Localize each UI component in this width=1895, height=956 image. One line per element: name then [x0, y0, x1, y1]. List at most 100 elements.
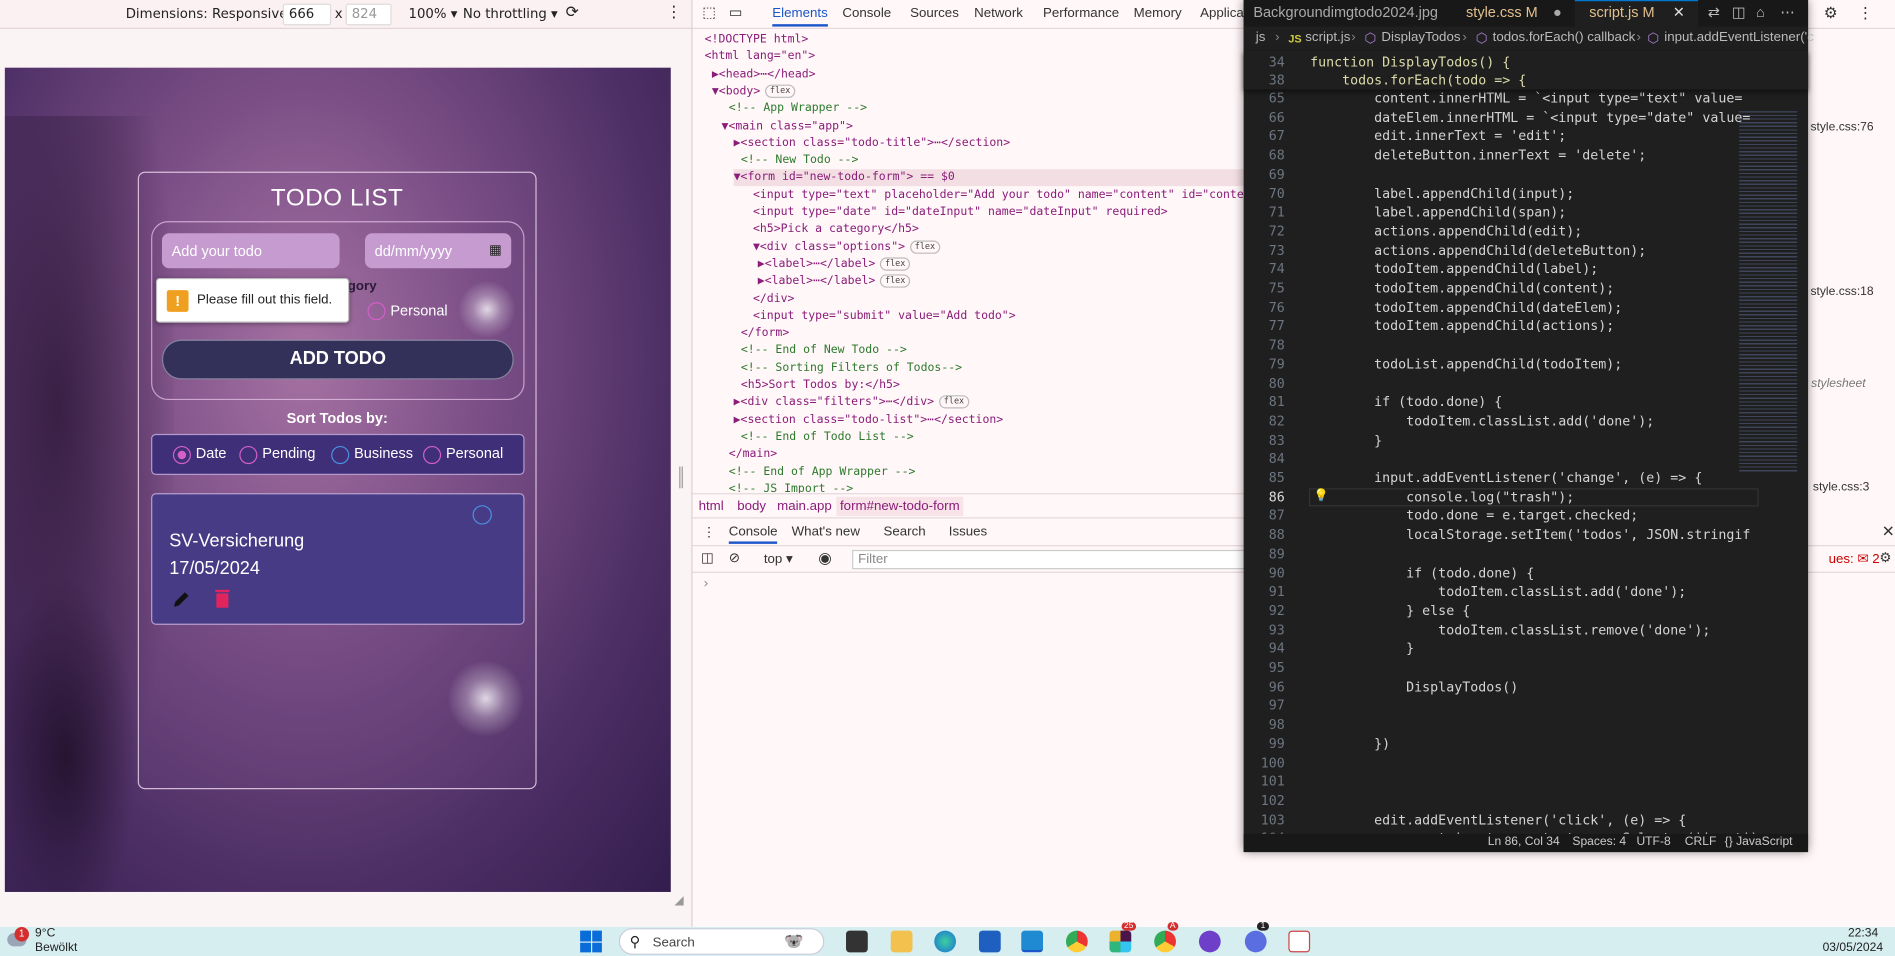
- tab-sources[interactable]: Sources: [910, 6, 959, 21]
- code-line[interactable]: }): [1310, 736, 1390, 752]
- github-desktop-icon[interactable]: [1198, 930, 1221, 953]
- chrome-icon[interactable]: [1065, 930, 1088, 953]
- device-toggle-icon[interactable]: ▭: [729, 4, 743, 21]
- code-line[interactable]: localStorage.setItem('todos', JSON.strin…: [1310, 527, 1750, 543]
- clock-time[interactable]: 22:34: [1848, 927, 1878, 940]
- dom-node-line[interactable]: ▶<div class="filters">⋯</div> flex: [734, 394, 969, 411]
- crumb-html[interactable]: html: [699, 499, 724, 514]
- dom-node-line[interactable]: ▶<label>⋯</label> flex: [758, 256, 911, 273]
- crumb-form[interactable]: form#new-todo-form: [836, 496, 964, 517]
- crumb-folder[interactable]: js: [1256, 30, 1266, 45]
- close-drawer-icon[interactable]: ✕: [1882, 522, 1895, 541]
- code-line[interactable]: } else {: [1310, 603, 1470, 619]
- line-ending[interactable]: CRLF: [1685, 835, 1717, 848]
- sticky-code-line[interactable]: function DisplayTodos() {: [1310, 54, 1510, 70]
- code-line[interactable]: todo.done = e.target.checked;: [1310, 508, 1638, 524]
- dom-comment-line[interactable]: <!-- JS Import -->: [729, 481, 853, 493]
- code-line[interactable]: todoItem.appendChild(label);: [1310, 261, 1598, 277]
- add-todo-button[interactable]: ADD TODO: [161, 339, 514, 380]
- crumb-listener[interactable]: input.addEventListener('c: [1664, 30, 1814, 45]
- crumb-file[interactable]: script.js: [1305, 30, 1350, 45]
- console-settings-icon[interactable]: ⚙: [1879, 550, 1891, 566]
- height-input[interactable]: 824: [345, 3, 392, 26]
- code-line[interactable]: DisplayTodos(): [1310, 679, 1518, 695]
- crumb-main[interactable]: main.app: [777, 499, 832, 514]
- code-line[interactable]: actions.appendChild(deleteButton);: [1310, 242, 1646, 258]
- chrome-profile-icon[interactable]: [1154, 930, 1176, 953]
- start-button-icon[interactable]: [580, 930, 602, 953]
- code-editor[interactable]: 65 content.innerHTML = `<input type="tex…: [1244, 51, 1808, 834]
- settings-gear-icon[interactable]: ⚙: [1824, 4, 1838, 23]
- code-line[interactable]: todoItem.appendChild(content);: [1310, 280, 1614, 296]
- filter-personal-radio[interactable]: [423, 445, 442, 465]
- tab-memory[interactable]: Memory: [1134, 6, 1182, 21]
- drawer-tab-search[interactable]: Search: [883, 525, 925, 540]
- calendar-icon[interactable]: ▦: [489, 242, 502, 258]
- crumb-function[interactable]: DisplayTodos: [1381, 30, 1460, 45]
- encoding[interactable]: UTF-8: [1636, 835, 1670, 848]
- code-line[interactable]: actions.appendChild(edit);: [1310, 223, 1582, 239]
- code-line[interactable]: todoItem.classList.remove('done');: [1310, 622, 1710, 638]
- tab-network[interactable]: Network: [974, 6, 1023, 21]
- clear-console-icon[interactable]: ⊘: [729, 550, 740, 566]
- dom-node-line[interactable]: ▼<form id="new-todo-form"> == $0: [733, 169, 1249, 187]
- code-line[interactable]: todoItem.appendChild(dateElem);: [1310, 299, 1622, 315]
- drawer-menu-icon[interactable]: ⋮: [702, 525, 715, 541]
- tab-performance[interactable]: Performance: [1043, 6, 1119, 21]
- filter-date-radio[interactable]: [172, 445, 191, 465]
- throttling-select[interactable]: No throttling ▾: [463, 6, 558, 22]
- code-line[interactable]: dateElem.innerHTML = `<input type="date"…: [1310, 110, 1750, 126]
- viewport-side-handle[interactable]: [679, 466, 683, 489]
- dom-node-line[interactable]: ▶<section class="todo-list">⋯</section>: [734, 412, 1004, 429]
- dom-node-line[interactable]: <html lang="en">: [705, 49, 816, 66]
- code-line[interactable]: deleteButton.innerText = 'delete';: [1310, 148, 1646, 164]
- code-line[interactable]: edit.innerText = 'edit';: [1310, 129, 1566, 145]
- code-line[interactable]: todoItem.classList.add('done');: [1310, 413, 1654, 429]
- code-line[interactable]: edit.addEventListener('click', (e) => {: [1310, 812, 1686, 828]
- dom-comment-line[interactable]: <!-- Sorting Filters of Todos-->: [741, 360, 962, 377]
- edge-icon[interactable]: [934, 930, 957, 953]
- dom-node-line[interactable]: ▶<head>⋯</head>: [712, 66, 816, 83]
- code-line[interactable]: label.appendChild(span);: [1310, 204, 1566, 220]
- editor-more-icon[interactable]: ⋯: [1780, 4, 1795, 21]
- code-line[interactable]: console.log("trash");: [1308, 487, 1759, 507]
- dom-node-line[interactable]: ▶<section class="todo-title">⋯</section>: [734, 135, 1011, 152]
- code-line[interactable]: if (todo.done) {: [1310, 565, 1534, 581]
- cursor-position[interactable]: Ln 86, Col 34: [1488, 835, 1560, 848]
- tab-background-image[interactable]: Backgroundimgtodo2024.jpg: [1253, 4, 1438, 21]
- task-view-icon[interactable]: [846, 930, 868, 953]
- drawer-tab-console[interactable]: Console: [728, 525, 778, 544]
- dom-comment-line[interactable]: <!-- App Wrapper -->: [729, 101, 867, 118]
- layout-badge[interactable]: flex: [880, 274, 911, 288]
- lock-icon[interactable]: ⌂: [1756, 4, 1765, 21]
- dom-node-line[interactable]: ▶<label>⋯</label> flex: [758, 273, 911, 290]
- slack-icon[interactable]: [1109, 930, 1132, 953]
- dom-node-line[interactable]: <h5>Sort Todos by:</h5>: [741, 377, 900, 394]
- crumb-body[interactable]: body: [737, 499, 766, 514]
- clock-date[interactable]: 03/05/2024: [1823, 941, 1884, 954]
- tab-console[interactable]: Console: [842, 6, 891, 21]
- dom-node-line[interactable]: ▼<body> flex: [712, 83, 796, 100]
- dom-comment-line[interactable]: <!-- End of Todo List -->: [741, 429, 914, 446]
- devtools-more-icon[interactable]: ⋮: [1858, 4, 1874, 23]
- dom-node-line[interactable]: ▼<main class="app">: [722, 118, 853, 135]
- todo-content-input[interactable]: Add your todo: [161, 233, 340, 269]
- code-line[interactable]: todoItem.classList.add('done');: [1310, 584, 1686, 600]
- personal-category-radio[interactable]: [367, 302, 386, 321]
- dom-node-line[interactable]: </div>: [753, 291, 794, 308]
- vscode-icon[interactable]: [1021, 930, 1044, 953]
- tab-script-js[interactable]: script.js M: [1589, 4, 1654, 21]
- sidebar-toggle-icon[interactable]: ◫: [701, 550, 714, 566]
- todo-done-checkbox[interactable]: [472, 505, 492, 525]
- dom-node-line[interactable]: </form>: [741, 325, 789, 342]
- todo-title[interactable]: SV-Versicherung: [169, 531, 304, 552]
- dom-comment-line[interactable]: <!-- End of App Wrapper -->: [729, 463, 916, 480]
- tab-elements[interactable]: Elements: [772, 6, 828, 27]
- edit-icon[interactable]: [172, 590, 191, 609]
- lightbulb-icon[interactable]: 💡: [1314, 489, 1329, 502]
- filter-pending-radio[interactable]: [239, 445, 258, 465]
- sticky-code-line[interactable]: todos.forEach(todo => {: [1310, 73, 1526, 89]
- crumb-callback[interactable]: todos.forEach() callback: [1493, 30, 1636, 45]
- dom-node-line[interactable]: <h5>Pick a category</h5>: [753, 222, 919, 239]
- code-line[interactable]: content.innerHTML = `<input type="text" …: [1310, 91, 1742, 107]
